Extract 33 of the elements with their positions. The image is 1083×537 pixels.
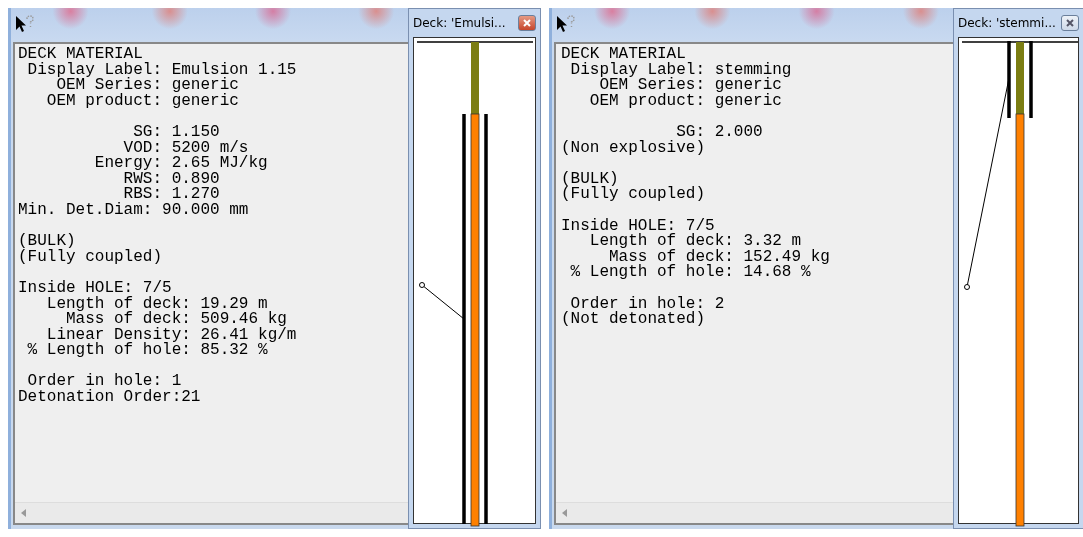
info-line: (BULK) — [18, 234, 76, 250]
close-icon — [523, 19, 531, 27]
info-line: Min. Det.Diam: 90.000 mm — [18, 202, 249, 219]
info-line: Energy: 2.65 MJ/kg — [93, 156, 268, 172]
close-icon — [1066, 19, 1074, 27]
info-line: RBS: 1.270 — [123, 187, 220, 203]
info-line: RWS: 0.890 — [123, 171, 220, 188]
info-line: % Length of hole: 85.32 % — [26, 343, 268, 359]
horizontal-scrollbar[interactable] — [556, 502, 953, 523]
close-button[interactable] — [1061, 15, 1079, 31]
info-line: (Not detonated) — [561, 312, 706, 328]
info-line: OEM product: generic — [45, 93, 239, 110]
info-line: (Non explosive) — [561, 140, 706, 157]
horizontal-scrollbar[interactable] — [15, 502, 408, 523]
help-cursor-icon[interactable] — [15, 15, 35, 33]
info-line: Detonation Order:21 — [18, 390, 201, 406]
info-line: OEM Series: generic — [599, 78, 782, 94]
close-button[interactable] — [518, 15, 536, 31]
info-line: SG: 2.000 — [676, 124, 763, 141]
info-line: DECK MATERIAL — [18, 47, 143, 63]
info-line: Mass of deck: 509.46 kg — [66, 312, 287, 328]
info-line: % Length of hole: 14.68 % — [569, 265, 811, 281]
info-line: (Fully coupled) — [18, 249, 163, 266]
window-title: Deck: 'stemmi... — [958, 16, 1056, 30]
info-line: Length of deck: 3.32 m — [588, 234, 802, 250]
info-line: (Fully coupled) — [561, 187, 706, 203]
help-cursor-icon[interactable] — [556, 15, 576, 33]
info-line: SG: 1.150 — [132, 124, 220, 141]
window-title: Deck: 'Emulsi... — [413, 16, 506, 30]
info-line: OEM product: generic — [588, 93, 782, 110]
info-line: Inside HOLE: 7/5 — [18, 280, 172, 297]
info-line: DECK MATERIAL — [561, 47, 686, 63]
info-line: OEM Series: generic — [56, 78, 239, 94]
